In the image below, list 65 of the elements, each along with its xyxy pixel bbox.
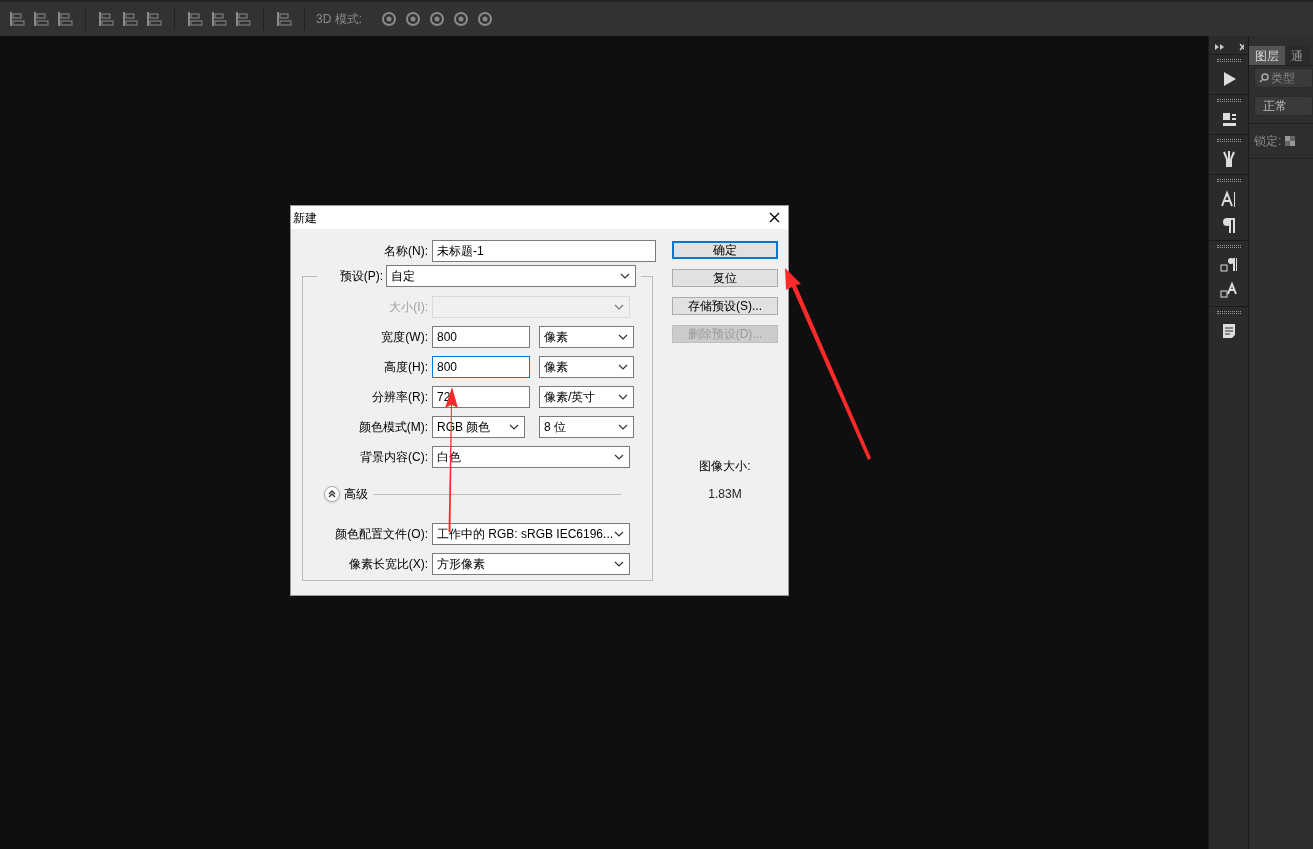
field-label: 名称(N): xyxy=(383,243,428,260)
chevron-icon xyxy=(328,490,336,498)
collapse-button[interactable] xyxy=(324,486,340,502)
input-field[interactable]: 800 xyxy=(432,356,530,378)
dropdown[interactable]: 方形像素 xyxy=(432,553,630,575)
field-label: 背景内容(C): xyxy=(359,449,428,466)
3d-tool-icon[interactable] xyxy=(476,10,494,28)
chevron-icon xyxy=(618,364,628,370)
align-icon[interactable] xyxy=(56,10,74,28)
panel-tab[interactable]: 通 xyxy=(1285,46,1309,65)
3d-tool-icon[interactable] xyxy=(404,10,422,28)
paragraph-style-icon[interactable] xyxy=(1219,256,1238,274)
panel-tab[interactable]: 图层 xyxy=(1249,46,1285,65)
field-label: 大小(I): xyxy=(388,299,428,316)
section-label: 高级 xyxy=(344,486,368,503)
align-icon[interactable] xyxy=(145,10,163,28)
align-icon[interactable] xyxy=(234,10,252,28)
dropdown[interactable]: 像素 xyxy=(539,356,634,378)
image-size-value: 1.83M xyxy=(708,486,742,503)
dropdown[interactable]: 像素/英寸 xyxy=(539,386,634,408)
align-icon[interactable] xyxy=(210,10,228,28)
image-size-label: 图像大小: xyxy=(699,458,751,475)
chevron-icon xyxy=(620,273,630,279)
dialog-title: 新建 xyxy=(293,209,317,227)
close-icon[interactable] xyxy=(769,212,780,223)
chevron-icon xyxy=(509,424,519,430)
field-label: 宽度(W): xyxy=(380,329,428,346)
dialog-button[interactable]: 确定 xyxy=(672,241,778,259)
align-icon[interactable] xyxy=(275,10,293,28)
chevron-icon xyxy=(618,424,628,430)
chevron-icon xyxy=(618,394,628,400)
3d-tool-icon[interactable] xyxy=(380,10,398,28)
3d-tool-icon[interactable] xyxy=(452,10,470,28)
character-icon[interactable] xyxy=(1219,190,1238,208)
dropdown[interactable]: 8 位 xyxy=(539,416,634,438)
dialog-button[interactable]: 存储预设(S)... xyxy=(672,297,778,315)
blend-mode-select[interactable]: 正常 xyxy=(1254,96,1313,116)
align-icon[interactable] xyxy=(121,10,139,28)
chevron-icon xyxy=(614,531,624,537)
field-label: 分辨率(R): xyxy=(371,389,428,406)
field-label: 颜色模式(M): xyxy=(357,419,428,436)
field-label: 颜色配置文件(O): xyxy=(334,526,428,543)
input-field[interactable]: 未标题-1 xyxy=(432,240,656,262)
align-icon[interactable] xyxy=(8,10,26,28)
field-label: 预设(P): xyxy=(338,268,383,285)
chevron-icon xyxy=(614,561,624,567)
chevron-icon xyxy=(614,454,624,460)
lock-label: 锁定: xyxy=(1254,133,1282,150)
3d-tool-icon[interactable] xyxy=(428,10,446,28)
field-label: 像素长宽比(X): xyxy=(347,556,428,573)
dropdown[interactable]: 像素 xyxy=(539,326,634,348)
align-icon[interactable] xyxy=(32,10,50,28)
input-field[interactable]: 800 xyxy=(432,326,530,348)
mode-label: 3D 模式: xyxy=(316,11,362,28)
character-style-icon[interactable] xyxy=(1219,282,1238,300)
field-label: 高度(H): xyxy=(383,359,428,376)
lock-transparency-icon[interactable] xyxy=(1285,136,1296,146)
chevron-icon xyxy=(614,304,624,310)
align-icon[interactable] xyxy=(186,10,204,28)
chevron-icon xyxy=(618,334,628,340)
dialog-button[interactable]: 复位 xyxy=(672,269,778,287)
search-icon xyxy=(1259,73,1269,83)
dropdown[interactable]: 自定 xyxy=(386,265,636,287)
dropdown[interactable]: 工作中的 RGB: sRGB IEC6196... xyxy=(432,523,630,545)
align-icon[interactable] xyxy=(97,10,115,28)
